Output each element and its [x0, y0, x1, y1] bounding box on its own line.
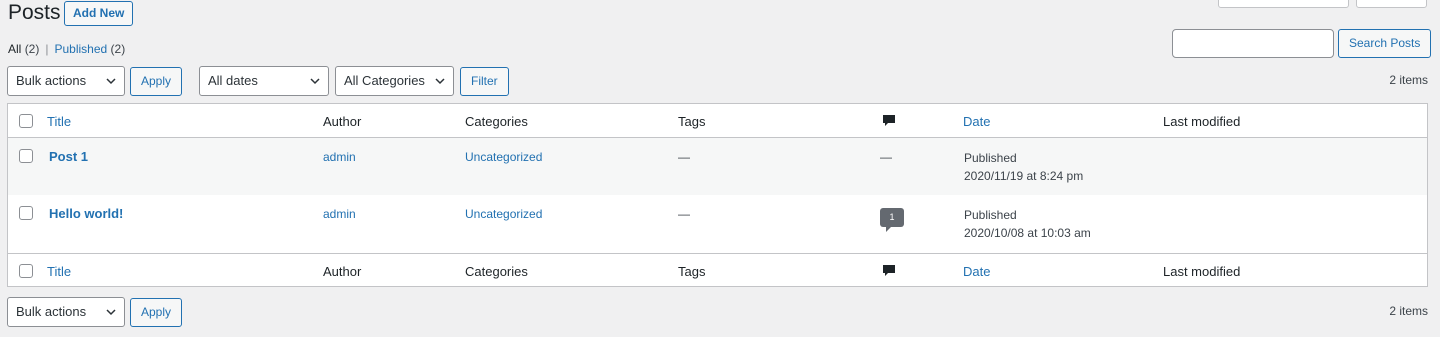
tags-value: — — [678, 207, 690, 221]
column-date-footer[interactable]: Date — [963, 264, 990, 279]
table-row: Post 1 admin Uncategorized — — Published… — [8, 138, 1427, 195]
column-date-header[interactable]: Date — [963, 114, 990, 129]
tags-value: — — [678, 150, 690, 164]
bulk-actions-value: Bulk actions — [16, 304, 87, 319]
date-cell: Published 2020/10/08 at 10:03 am — [964, 206, 1091, 242]
column-title-footer[interactable]: Title — [47, 264, 71, 279]
column-author-footer: Author — [323, 264, 362, 279]
filter-separator: | — [45, 42, 49, 56]
comment-count-badge[interactable]: 1 — [880, 208, 904, 232]
row-checkbox[interactable] — [19, 206, 33, 220]
select-all-checkbox[interactable] — [19, 114, 33, 128]
items-count: 2 items — [1389, 73, 1428, 87]
row-checkbox[interactable] — [19, 149, 33, 163]
column-categories-header: Categories — [465, 114, 528, 129]
add-new-button[interactable]: Add New — [64, 1, 134, 26]
column-categories-footer: Categories — [465, 264, 528, 279]
select-all-checkbox[interactable] — [19, 264, 33, 278]
column-last-modified-header: Last modified — [1163, 114, 1241, 129]
author-link[interactable]: admin — [323, 207, 356, 221]
page-title: Posts — [8, 1, 61, 24]
posts-table: Title Author Categories Tags Date Last m… — [7, 103, 1428, 287]
bulk-actions-select[interactable]: Bulk actions — [7, 66, 125, 96]
category-link[interactable]: Uncategorized — [465, 150, 542, 164]
filter-button[interactable]: Filter — [460, 67, 509, 96]
chevron-down-icon — [106, 78, 116, 85]
author-link[interactable]: admin — [323, 150, 356, 164]
column-title-header[interactable]: Title — [47, 114, 71, 129]
table-row: Hello world! admin Uncategorized — 1 Pub… — [8, 195, 1427, 253]
comment-icon — [883, 265, 895, 276]
date-filter-select[interactable]: All dates — [199, 66, 329, 96]
comment-icon — [883, 115, 895, 126]
screen-options-button[interactable] — [1218, 0, 1349, 8]
post-date: 2020/10/08 at 10:03 am — [964, 226, 1091, 240]
chevron-down-icon — [106, 309, 116, 316]
category-link[interactable]: Uncategorized — [465, 207, 542, 221]
post-title-link[interactable]: Hello world! — [49, 206, 123, 221]
post-date: 2020/11/19 at 8:24 pm — [964, 169, 1084, 183]
chevron-down-icon — [435, 78, 445, 85]
chevron-down-icon — [310, 78, 320, 85]
bulk-actions-value: Bulk actions — [16, 73, 87, 88]
table-footer-row: Title Author Categories Tags Date Last m… — [8, 253, 1427, 287]
filter-published-link[interactable]: Published (2) — [54, 42, 125, 56]
column-tags-header: Tags — [678, 114, 706, 129]
search-input[interactable] — [1172, 29, 1334, 58]
category-filter-value: All Categories — [344, 73, 425, 88]
column-last-modified-footer: Last modified — [1163, 264, 1241, 279]
search-posts-button[interactable]: Search Posts — [1338, 29, 1432, 58]
post-status: Published — [964, 208, 1017, 222]
date-filter-value: All dates — [208, 73, 258, 88]
items-count-bottom: 2 items — [1389, 304, 1428, 318]
apply-button[interactable]: Apply — [130, 67, 183, 96]
bulk-actions-select-bottom[interactable]: Bulk actions — [7, 297, 125, 327]
post-status: Published — [964, 151, 1017, 165]
category-filter-select[interactable]: All Categories — [335, 66, 454, 96]
post-title-link[interactable]: Post 1 — [49, 149, 88, 164]
column-tags-footer: Tags — [678, 264, 706, 279]
filter-all-link[interactable]: All (2) — [8, 42, 39, 56]
column-author-header: Author — [323, 114, 362, 129]
help-button[interactable] — [1356, 0, 1427, 8]
comments-value: — — [880, 150, 892, 164]
apply-button-bottom[interactable]: Apply — [130, 298, 183, 327]
date-cell: Published 2020/11/19 at 8:24 pm — [964, 149, 1083, 185]
status-filter-links: All (2) | Published (2) — [8, 42, 125, 56]
table-header-row: Title Author Categories Tags Date Last m… — [8, 104, 1427, 138]
